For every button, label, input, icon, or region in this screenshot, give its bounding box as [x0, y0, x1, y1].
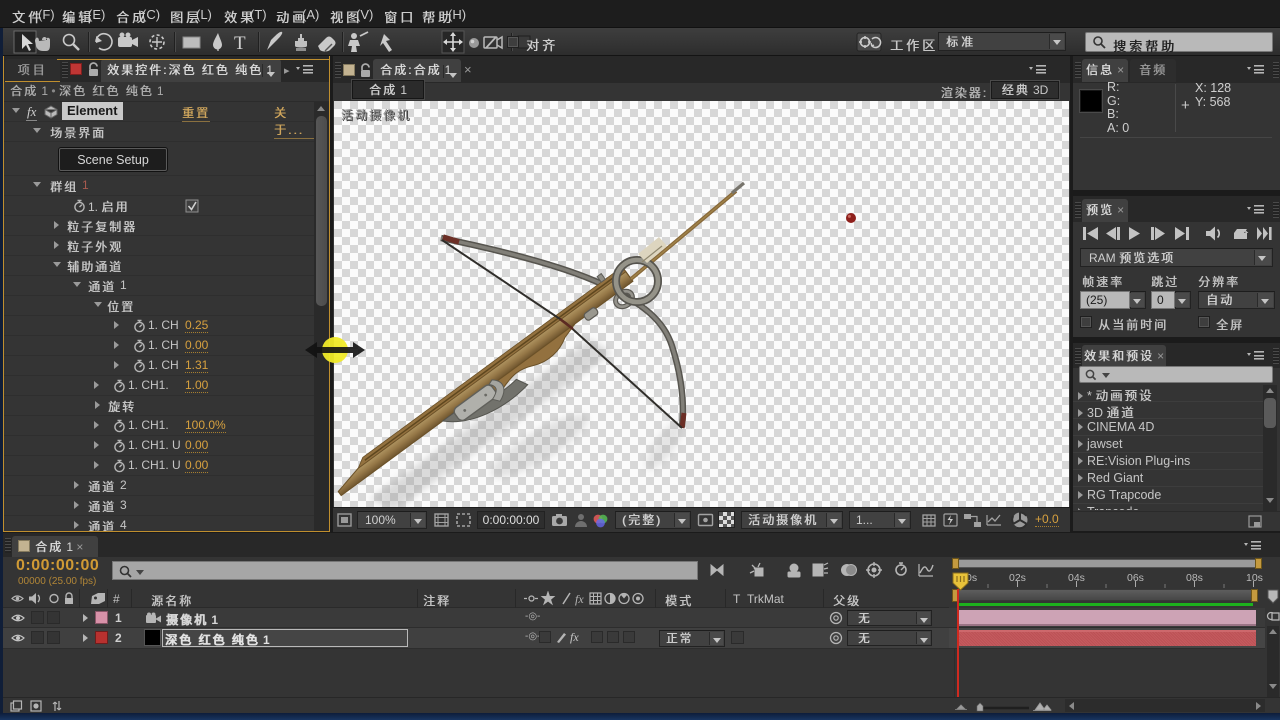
- svg-text:fx: fx: [575, 592, 584, 606]
- svg-text:T: T: [234, 33, 246, 54]
